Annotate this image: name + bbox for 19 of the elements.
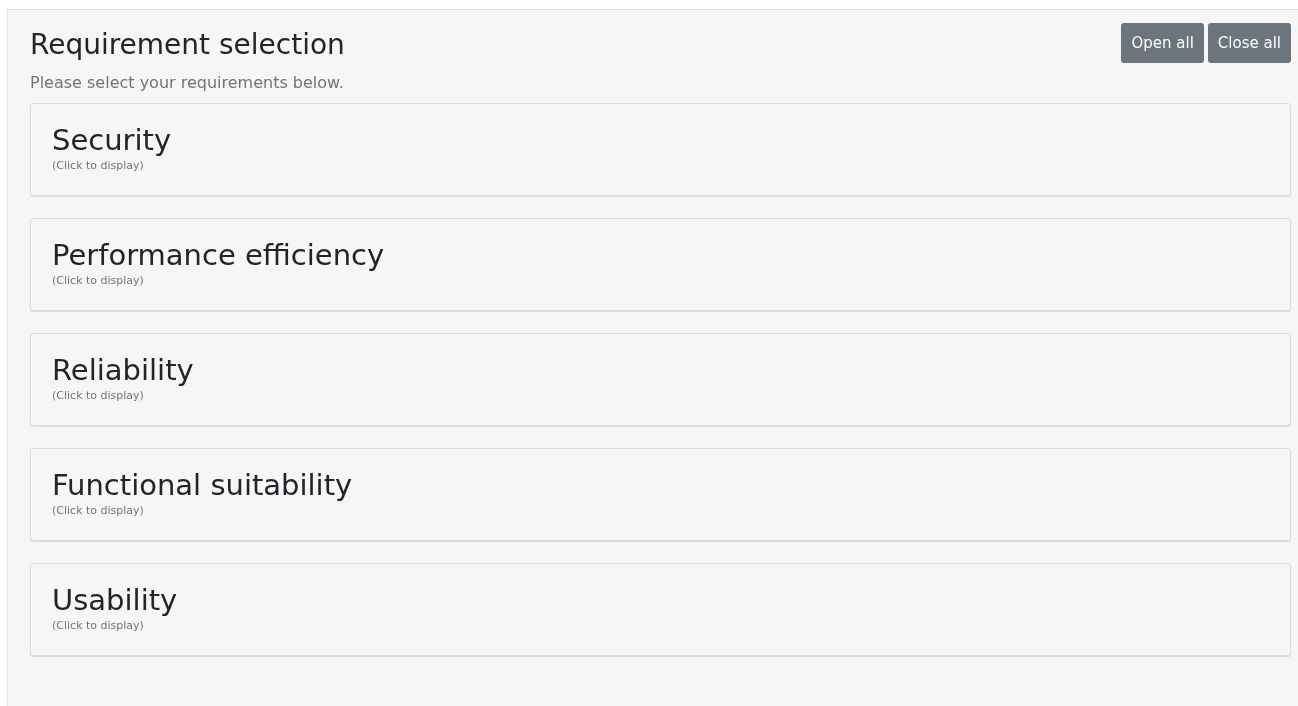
section-hint: (Click to display): [52, 273, 145, 289]
accordion-card[interactable]: Functional suitability (Click to display): [30, 448, 1291, 541]
toolbar-button[interactable]: Close all: [1207, 23, 1291, 63]
accordion-card[interactable]: Security (Click to display): [30, 103, 1291, 196]
section-hint: (Click to display): [52, 618, 145, 634]
section-title: Usability: [52, 582, 179, 618]
accordion-card[interactable]: Reliability (Click to display): [30, 333, 1291, 426]
section-hint: (Click to display): [52, 503, 145, 519]
page-title: Requirement selection: [30, 27, 345, 63]
accordion-card[interactable]: Usability (Click to display): [30, 563, 1291, 656]
toolbar-button[interactable]: Open all: [1121, 23, 1204, 63]
section-title: Performance efficiency: [52, 237, 386, 273]
section-hint: (Click to display): [52, 388, 145, 404]
accordion-card[interactable]: Performance efficiency (Click to display): [30, 218, 1291, 311]
section-title: Reliability: [52, 352, 195, 388]
section-title: Security: [52, 122, 173, 158]
page-subtitle: Please select your requirements below.: [30, 72, 345, 94]
section-hint: (Click to display): [52, 158, 145, 174]
section-title: Functional suitability: [52, 467, 354, 503]
